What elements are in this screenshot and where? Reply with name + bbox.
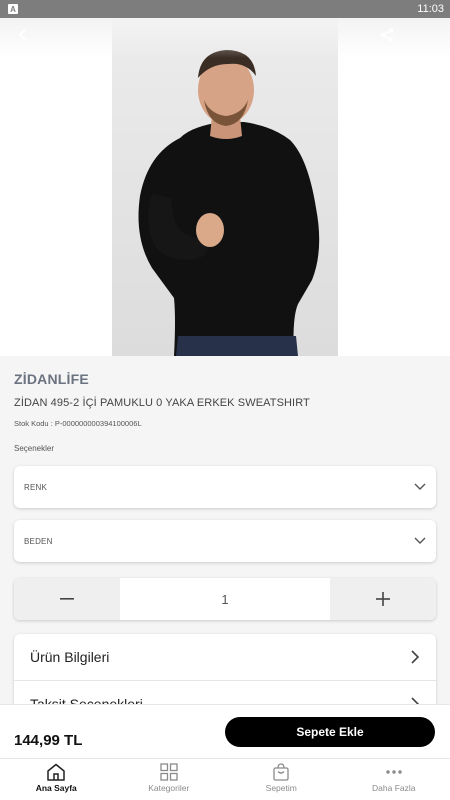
color-select-label: RENK bbox=[24, 482, 48, 492]
product-hero bbox=[0, 18, 450, 356]
product-photo[interactable] bbox=[112, 18, 338, 356]
home-icon bbox=[47, 763, 65, 781]
status-time: 11:03 bbox=[417, 3, 444, 15]
chevron-right-icon bbox=[411, 650, 420, 664]
cart-icon bbox=[273, 763, 289, 781]
tab-more[interactable]: Daha Fazla bbox=[338, 759, 450, 800]
decrease-quantity-button[interactable] bbox=[14, 578, 120, 620]
back-button[interactable] bbox=[12, 24, 34, 46]
tab-categories[interactable]: Kategoriler bbox=[113, 759, 226, 800]
section-product-info-label: Ürün Bilgileri bbox=[30, 649, 110, 665]
chevron-down-icon bbox=[414, 537, 426, 544]
chevron-down-icon bbox=[414, 483, 426, 490]
product-price: 144,99 TL bbox=[14, 732, 83, 749]
add-to-cart-button[interactable]: Sepete Ekle bbox=[225, 717, 435, 747]
size-select[interactable]: BEDEN bbox=[14, 520, 436, 562]
tab-home-label: Ana Sayfa bbox=[35, 783, 77, 793]
product-sku: Stok Kodu : P-000000000394100006L bbox=[14, 419, 142, 428]
plus-icon bbox=[376, 592, 390, 606]
tab-categories-label: Kategoriler bbox=[148, 783, 190, 793]
quantity-value[interactable]: 1 bbox=[120, 578, 330, 620]
tab-more-label: Daha Fazla bbox=[372, 783, 416, 793]
bottom-tab-bar: Ana Sayfa Kategoriler Sepetim Daha Fazla bbox=[0, 758, 450, 800]
share-icon bbox=[380, 28, 394, 42]
grid-icon bbox=[160, 763, 178, 781]
product-name: ZİDAN 495-2 İÇİ PAMUKLU 0 YAKA ERKEK SWE… bbox=[14, 397, 310, 409]
section-product-info[interactable]: Ürün Bilgileri bbox=[14, 634, 436, 681]
quantity-stepper: 1 bbox=[14, 578, 436, 620]
model-illustration bbox=[138, 50, 320, 356]
more-icon bbox=[386, 770, 402, 774]
chevron-left-icon bbox=[19, 29, 26, 41]
minus-icon bbox=[60, 598, 74, 600]
status-bar: A 11:03 bbox=[0, 0, 450, 18]
tab-cart-label: Sepetim bbox=[265, 783, 297, 793]
tab-cart[interactable]: Sepetim bbox=[225, 759, 338, 800]
app-notification-icon: A bbox=[8, 4, 18, 14]
product-brand: ZİDANLİFE bbox=[14, 371, 89, 387]
options-heading: Seçenekler bbox=[14, 444, 55, 453]
color-select[interactable]: RENK bbox=[14, 466, 436, 508]
increase-quantity-button[interactable] bbox=[330, 578, 436, 620]
size-select-label: BEDEN bbox=[24, 536, 53, 546]
tab-home[interactable]: Ana Sayfa bbox=[0, 759, 113, 800]
share-button[interactable] bbox=[376, 24, 398, 46]
purchase-bar: 144,99 TL Sepete Ekle bbox=[0, 704, 450, 758]
